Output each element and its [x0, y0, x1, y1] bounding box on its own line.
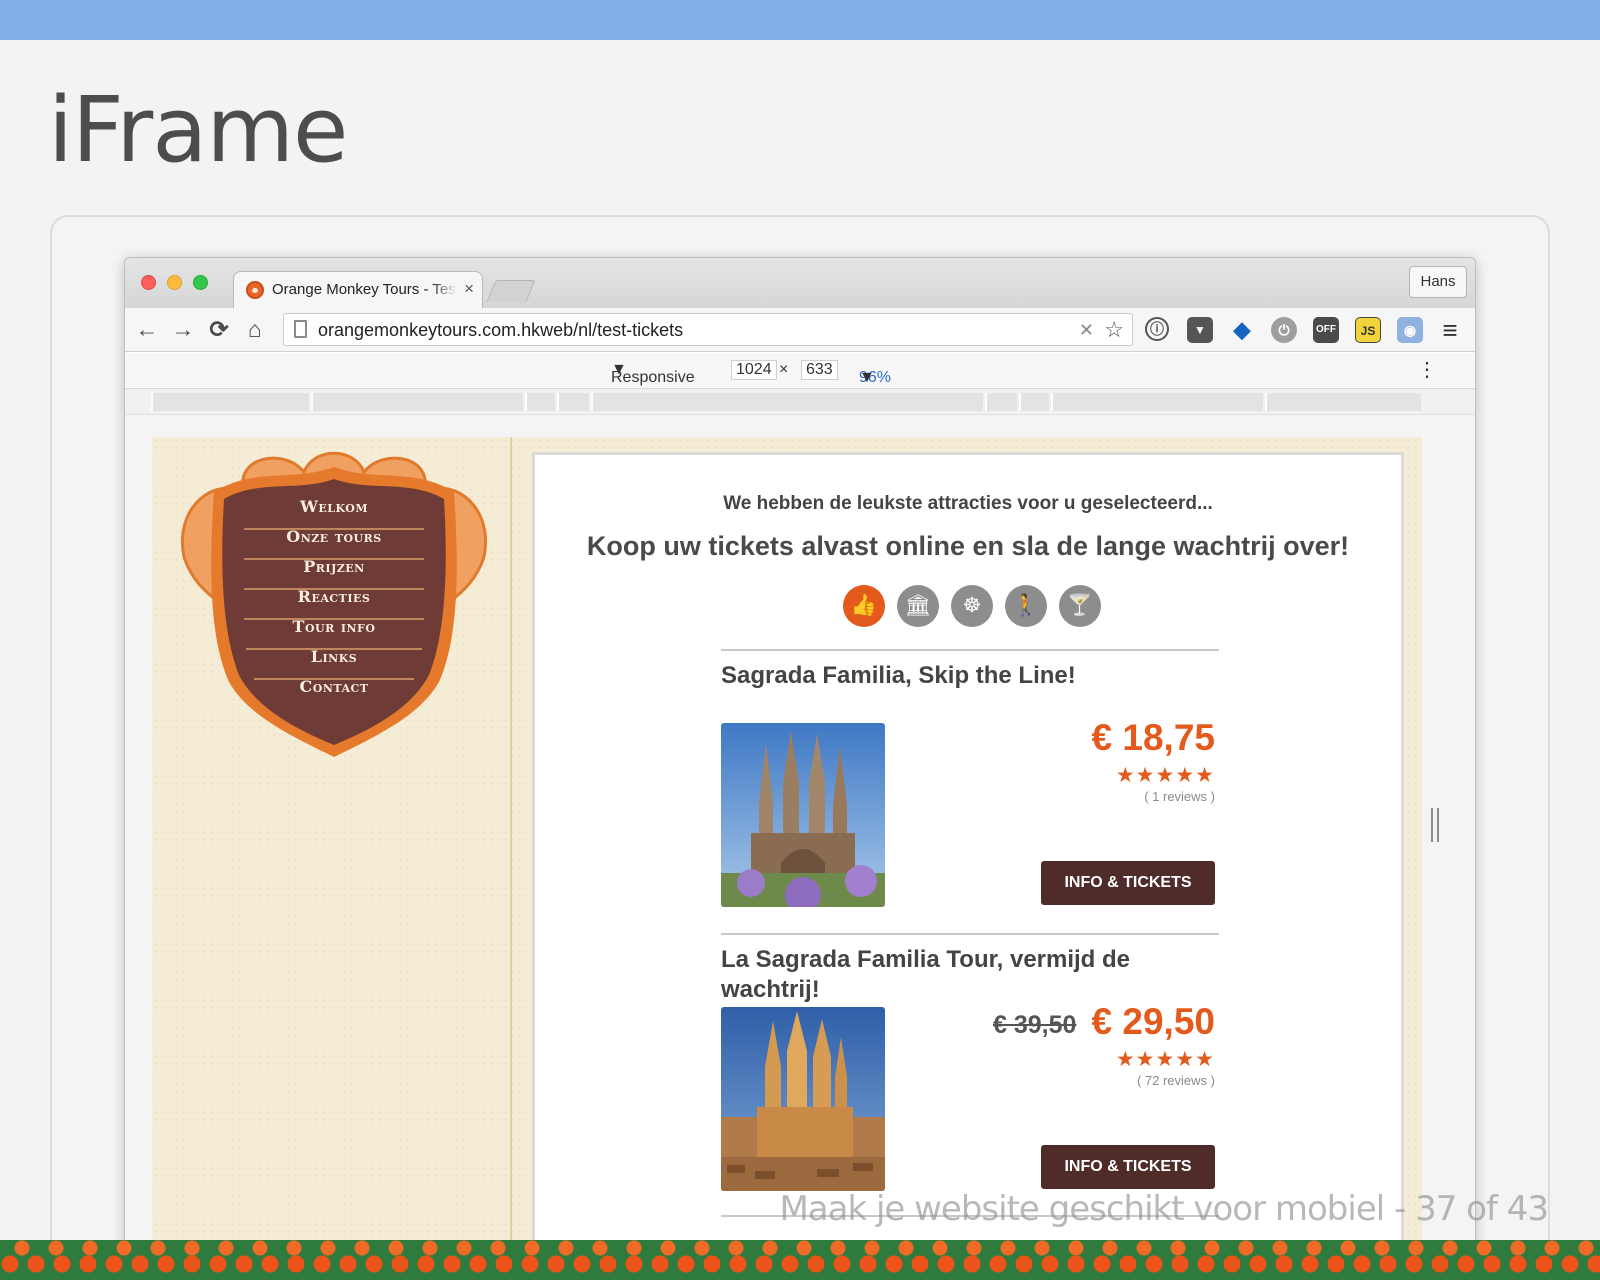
sagrada-familia-photo-icon	[721, 723, 885, 907]
review-count[interactable]: ( 1 reviews )	[1015, 789, 1215, 804]
new-tab-button[interactable]	[486, 280, 536, 302]
walking-tour-category-icon[interactable]: 🚶	[1005, 585, 1047, 627]
tour-image-sagrada-familia[interactable]	[721, 723, 885, 907]
browser-tab-active[interactable]: Orange Monkey Tours - Test Tickets ×	[233, 271, 483, 308]
back-arrow-icon[interactable]: ←	[133, 315, 161, 343]
nav-link-onze-tours[interactable]: Onze tours	[214, 522, 454, 552]
site-nav: Welkom Onze tours Prijzen Reacties Tour …	[214, 492, 454, 702]
browser-menu-icon[interactable]: ≡	[1437, 317, 1463, 343]
divider	[721, 649, 1219, 651]
reload-icon[interactable]: ⟳	[205, 315, 233, 343]
slide-footer: Maak je website geschikt voor mobiel - 3…	[779, 1189, 1549, 1229]
divider	[721, 933, 1219, 935]
blocked-plugin-icon[interactable]: ✕	[1079, 320, 1094, 341]
url-text: orangemonkeytours.com.hkweb/nl/test-tick…	[318, 320, 684, 340]
footer-tulip-band	[0, 1240, 1600, 1280]
sagrada-familia-aerial-photo-icon	[721, 1007, 885, 1191]
browser-window: Orange Monkey Tours - Test Tickets × Han…	[124, 257, 1476, 1257]
bookmark-star-icon[interactable]: ☆	[1104, 317, 1124, 343]
profile-button[interactable]: Hans	[1409, 266, 1467, 298]
off-extension-icon[interactable]: OFF	[1313, 317, 1339, 343]
viewport-height-input[interactable]: 633	[801, 360, 838, 380]
viewport-width-input[interactable]: 1024	[731, 360, 777, 380]
media-query-ruler	[125, 389, 1475, 415]
info-extension-icon[interactable]: ⓘ	[1145, 317, 1169, 341]
viewport-resize-handle[interactable]	[1431, 808, 1439, 842]
tour-title[interactable]: Sagrada Familia, Skip the Line!	[721, 661, 1161, 691]
nav-link-reacties[interactable]: Reacties	[214, 582, 454, 612]
monkey-favicon-icon	[246, 281, 264, 299]
minimize-window-button[interactable]	[167, 275, 182, 290]
ghostery-icon[interactable]: ◆	[1229, 317, 1255, 343]
site-sidebar: Welkom Onze tours Prijzen Reacties Tour …	[152, 437, 512, 1256]
tab-title: Orange Monkey Tours - Test Tickets	[272, 281, 457, 298]
thumbs-up-category-icon[interactable]: 👍	[843, 585, 885, 627]
headline: Koop uw tickets alvast online en sla de …	[586, 531, 1350, 561]
nav-shield: Welkom Onze tours Prijzen Reacties Tour …	[174, 437, 494, 767]
nav-link-links[interactable]: Links	[214, 642, 454, 672]
tour-image-sagrada-familia-aerial[interactable]	[721, 1007, 885, 1191]
info-tickets-button[interactable]: INFO & TICKETS	[1041, 861, 1215, 905]
power-icon[interactable]: ⏻	[1271, 317, 1297, 343]
pocket-icon[interactable]: ▼	[1187, 317, 1213, 343]
cocktail-category-icon[interactable]: 🍸	[1059, 585, 1101, 627]
lead-text: We hebben de leukste attracties voor u g…	[723, 493, 1213, 514]
address-bar[interactable]: orangemonkeytours.com.hkweb/nl/test-tick…	[283, 313, 1133, 346]
tour-title[interactable]: La Sagrada Familia Tour, vermijd de wach…	[721, 945, 1161, 1005]
tour-price: € 18,75	[1091, 717, 1215, 758]
review-count[interactable]: ( 72 reviews )	[1015, 1073, 1215, 1088]
zoom-window-button[interactable]	[193, 275, 208, 290]
device-mode-select[interactable]: Responsive ▼	[611, 361, 695, 386]
nav-link-contact[interactable]: Contact	[214, 672, 454, 702]
dimension-separator: ×	[779, 361, 789, 378]
javascript-toggle-icon[interactable]: JS	[1355, 317, 1381, 343]
nav-link-prijzen[interactable]: Prijzen	[214, 552, 454, 582]
info-tickets-button[interactable]: INFO & TICKETS	[1041, 1145, 1215, 1189]
website-viewport: Welkom Onze tours Prijzen Reacties Tour …	[152, 437, 1422, 1256]
browser-toolbar: ← → ⟳ ⌂ orangemonkeytours.com.hkweb/nl/t…	[125, 308, 1475, 352]
rating-stars: ★★★★★	[1115, 1048, 1215, 1071]
close-window-button[interactable]	[141, 275, 156, 290]
tour-price: € 29,50	[1091, 1001, 1215, 1042]
ferris-wheel-category-icon[interactable]: ☸	[951, 585, 993, 627]
slide-top-band	[0, 0, 1600, 40]
tickets-iframe: We hebben de leukste attracties voor u g…	[532, 452, 1404, 1256]
slide-title: iFrame	[48, 78, 348, 183]
home-icon[interactable]: ⌂	[241, 315, 269, 343]
nav-link-tour-info[interactable]: Tour info	[214, 612, 454, 642]
more-options-icon[interactable]: ⋮	[1417, 357, 1437, 382]
rating-stars: ★★★★★	[1115, 764, 1215, 787]
nav-link-welkom[interactable]: Welkom	[214, 492, 454, 522]
tab-close-icon[interactable]: ×	[464, 279, 474, 299]
camera-icon[interactable]: ◉	[1397, 317, 1423, 343]
museum-category-icon[interactable]: 🏛	[897, 585, 939, 627]
page-icon	[294, 320, 307, 338]
tab-bar: Orange Monkey Tours - Test Tickets × Han…	[125, 258, 1475, 308]
device-toolbar: Responsive ▼ 1024 × 633 96% ▼ ⋮	[125, 353, 1475, 389]
forward-arrow-icon[interactable]: →	[169, 315, 197, 343]
